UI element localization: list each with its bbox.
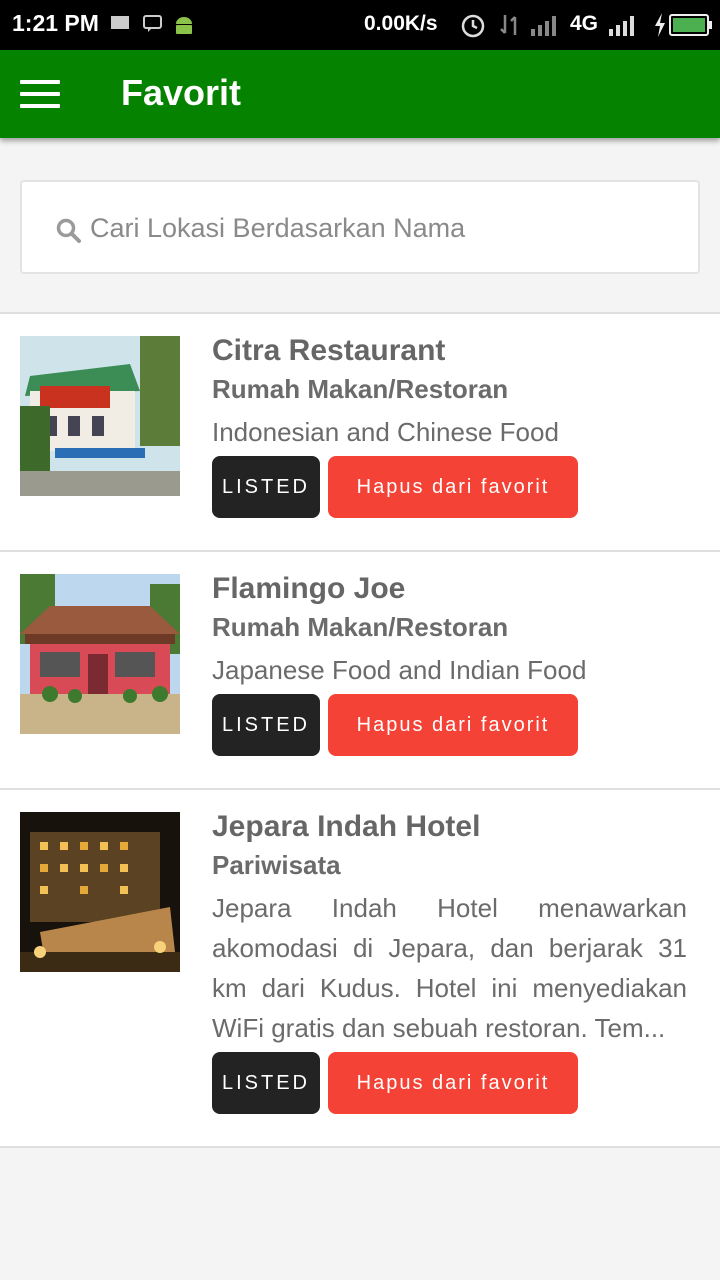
- listed-badge: LISTED: [212, 694, 320, 756]
- place-photo: [20, 574, 180, 734]
- list-item[interactable]: Citra Restaurant Rumah Makan/Restoran In…: [0, 314, 720, 552]
- android-icon: [174, 15, 194, 40]
- place-category: Rumah Makan/Restoran: [212, 374, 509, 404]
- hamburger-menu-icon[interactable]: [20, 80, 60, 108]
- list-item[interactable]: Jepara Indah Hotel Pariwisata Jepara Ind…: [0, 790, 720, 1148]
- listed-badge: LISTED: [212, 456, 320, 518]
- network-type: 4G: [570, 12, 599, 35]
- page-title: Favorit: [121, 72, 242, 113]
- status-time: 1:21 PM: [12, 10, 99, 36]
- status-bar: 1:21 PM 0.00K/s 4G: [0, 0, 720, 50]
- listed-badge: LISTED: [212, 1052, 320, 1114]
- battery-icon: [669, 14, 713, 41]
- app-bar: Favorit: [0, 50, 720, 138]
- screen-icon: [110, 15, 130, 36]
- place-description: Japanese Food and Indian Food: [212, 655, 587, 685]
- search-input[interactable]: [90, 210, 680, 246]
- message-icon: [143, 15, 163, 38]
- list-item[interactable]: Flamingo Joe Rumah Makan/Restoran Japane…: [0, 552, 720, 790]
- place-category: Pariwisata: [212, 850, 341, 880]
- favorites-list: Citra Restaurant Rumah Makan/Restoran In…: [0, 312, 720, 1148]
- charging-icon: [653, 12, 667, 43]
- place-category: Rumah Makan/Restoran: [212, 612, 509, 642]
- net-speed: 0.00K/s: [364, 12, 438, 35]
- signal-icon: [608, 13, 640, 42]
- remove-favorite-button[interactable]: Hapus dari favorit: [328, 456, 578, 518]
- place-name[interactable]: Jepara Indah Hotel: [212, 808, 687, 846]
- place-description: Indonesian and Chinese Food: [212, 417, 559, 447]
- signal-icon: [530, 13, 562, 42]
- place-photo: [20, 812, 180, 972]
- place-name[interactable]: Citra Restaurant: [212, 332, 687, 370]
- alarm-icon: [459, 11, 487, 44]
- place-name[interactable]: Flamingo Joe: [212, 570, 687, 608]
- search-icon: [56, 218, 82, 249]
- data-arrows-icon: [498, 13, 522, 42]
- place-photo: [20, 336, 180, 496]
- place-description: Jepara Indah Hotel menawarkan akomodasi …: [212, 893, 687, 1043]
- remove-favorite-button[interactable]: Hapus dari favorit: [328, 694, 578, 756]
- remove-favorite-button[interactable]: Hapus dari favorit: [328, 1052, 578, 1114]
- search-bar[interactable]: [20, 180, 700, 274]
